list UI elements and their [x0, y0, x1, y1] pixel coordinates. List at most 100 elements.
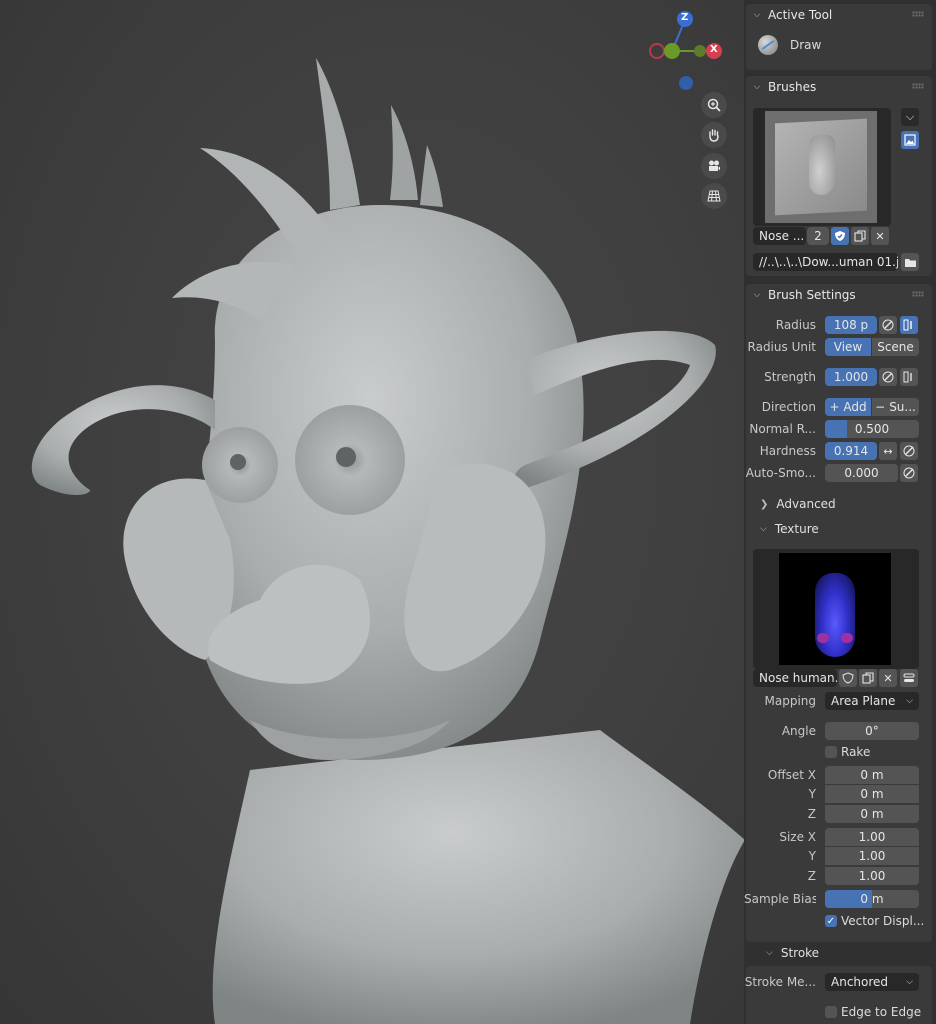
pressure-pen-icon[interactable] — [900, 464, 918, 482]
radius-unit-label: Radius Unit — [747, 340, 816, 354]
radius-unit-scene-button[interactable]: Scene — [872, 338, 919, 356]
direction-subtract-button[interactable]: − Su... — [872, 398, 919, 416]
chevron-down-icon: ⌵ — [766, 948, 773, 958]
direction-add-button[interactable]: + Add — [825, 398, 871, 416]
sample-bias-slider[interactable]: 0 m — [825, 890, 919, 908]
normal-radius-fill — [825, 420, 847, 438]
strength-pressure-toggle-icon[interactable] — [900, 368, 918, 386]
radius-unit-view-button[interactable]: View — [825, 338, 871, 356]
vector-displacement-checkbox[interactable]: ✓ — [825, 915, 837, 927]
normal-radius-label: Normal R... — [749, 422, 816, 436]
strength-field[interactable]: 1.000 — [825, 368, 877, 386]
close-icon[interactable]: ✕ — [879, 669, 897, 687]
chevron-right-icon: ❯ — [760, 498, 769, 510]
brush-name: Nose ... — [759, 229, 805, 243]
strength-label: Strength — [764, 370, 816, 384]
size-y-field[interactable]: 1.00 — [825, 847, 919, 865]
drag-grip-icon[interactable] — [912, 291, 924, 297]
brushes-header[interactable]: ⌵ Brushes — [744, 76, 934, 98]
close-icon[interactable]: ✕ — [871, 227, 889, 245]
size-x-label: Size X — [779, 830, 816, 844]
active-tool-header[interactable]: ⌵ Active Tool — [744, 4, 934, 26]
edge-to-edge-label: Edge to Edge — [841, 1005, 922, 1019]
direction-label: Direction — [761, 400, 816, 414]
draw-brush-icon — [758, 35, 778, 55]
grid-perspective-icon[interactable] — [701, 183, 727, 209]
texture-name: Nose human... — [759, 671, 837, 685]
gizmo-z-label: Z — [681, 12, 689, 23]
hardness-field[interactable]: 0.914 — [825, 442, 877, 460]
size-y-label: Y — [808, 849, 816, 863]
autosmooth-field[interactable]: 0.000 — [825, 464, 898, 482]
edge-to-edge-checkbox[interactable] — [825, 1006, 837, 1018]
mapping-label: Mapping — [764, 694, 817, 708]
stroke-method-dropdown[interactable]: Anchored ⌵ — [825, 973, 919, 991]
stroke-method-label: Stroke Me... — [744, 975, 816, 989]
angle-label: Angle — [781, 724, 816, 738]
offset-z-label: Z — [807, 807, 816, 821]
3d-viewport[interactable]: Z X — [0, 0, 744, 1024]
size-z-label: Z — [807, 869, 816, 883]
brush-user-count[interactable]: 2 — [807, 227, 829, 245]
brush-preview-image — [775, 118, 867, 216]
duplicate-brush-icon[interactable] — [851, 227, 869, 245]
chevron-down-icon: ⌵ — [906, 696, 913, 706]
offset-x-field[interactable]: 0 m — [825, 766, 919, 784]
chevron-down-icon: ⌵ — [760, 524, 767, 534]
folder-icon[interactable] — [901, 253, 919, 271]
vector-displacement-label: Vector Displ... — [841, 914, 925, 928]
texture-settings-toggle-icon[interactable] — [900, 669, 918, 687]
active-tool-button[interactable]: Draw — [758, 34, 918, 56]
chevron-down-icon: ⌵ — [753, 82, 761, 92]
chevron-down-icon: ⌵ — [906, 977, 913, 987]
camera-icon[interactable] — [701, 153, 727, 179]
brush-file-path-field[interactable]: //..\..\..\Dow...uman 01.jpg — [753, 253, 898, 271]
brushes-title: Brushes — [768, 80, 817, 94]
offset-z-field[interactable]: 0 m — [825, 805, 919, 823]
brush-browse-dropdown-icon[interactable]: ⌵ — [901, 108, 919, 126]
radius-label: Radius — [775, 318, 816, 332]
fake-user-shield-icon[interactable] — [839, 669, 857, 687]
hardness-label: Hardness — [759, 444, 816, 458]
offset-y-field[interactable]: 0 m — [825, 785, 919, 803]
gizmo-x-label: X — [710, 44, 718, 55]
minus-icon: − — [875, 400, 886, 414]
rake-label: Rake — [841, 745, 871, 759]
pressure-pen-icon[interactable] — [900, 442, 918, 460]
texture-name-field[interactable]: Nose human... — [753, 669, 837, 687]
angle-field[interactable]: 0° — [825, 722, 919, 740]
brush-preview-thumbnail[interactable] — [753, 108, 891, 226]
size-z-field[interactable]: 1.00 — [825, 867, 919, 885]
image-icon[interactable] — [901, 131, 919, 149]
rake-checkbox[interactable] — [825, 746, 837, 758]
brush-name-field[interactable]: Nose ... — [753, 227, 806, 245]
brush-settings-header[interactable]: ⌵ Brush Settings — [744, 284, 934, 306]
fake-user-shield-icon[interactable] — [831, 227, 849, 245]
active-tool-name: Draw — [790, 38, 822, 52]
texture-preview-thumbnail[interactable] — [753, 549, 919, 669]
sample-bias-label: Sample Bias — [744, 892, 816, 906]
size-x-field[interactable]: 1.00 — [825, 828, 919, 846]
offset-y-label: Y — [808, 787, 816, 801]
stroke-subpanel-header[interactable]: ⌵ Stroke — [744, 942, 936, 964]
normal-radius-slider[interactable]: 0.500 — [825, 420, 919, 438]
chevron-down-icon: ⌵ — [753, 10, 761, 20]
hand-pan-icon[interactable] — [701, 122, 727, 148]
drag-grip-icon[interactable] — [912, 83, 924, 89]
duplicate-texture-icon[interactable] — [859, 669, 877, 687]
drag-grip-icon[interactable] — [912, 11, 924, 17]
zoom-icon[interactable] — [701, 92, 727, 118]
texture-subpanel-header[interactable]: ⌵ Texture — [760, 519, 819, 539]
radius-pressure-toggle-icon[interactable] — [900, 316, 918, 334]
brush-file-path: //..\..\..\Dow...uman 01.jpg — [759, 255, 898, 269]
invert-arrows-icon[interactable]: ↔ — [879, 442, 897, 460]
mapping-dropdown[interactable]: Area Plane ⌵ — [825, 692, 919, 710]
properties-sidebar: ⌵ Active Tool Draw ⌵ Brushes ⌵ Nose ... … — [744, 0, 936, 1024]
pressure-pen-icon[interactable] — [879, 316, 897, 334]
pressure-pen-icon[interactable] — [879, 368, 897, 386]
autosmooth-label: Auto-Smo... — [745, 466, 816, 480]
plus-icon: + — [829, 400, 840, 414]
advanced-subpanel-header[interactable]: ❯ Advanced — [760, 494, 836, 514]
axis-gizmo[interactable]: Z X — [648, 10, 728, 94]
radius-field[interactable]: 108 p — [825, 316, 877, 334]
